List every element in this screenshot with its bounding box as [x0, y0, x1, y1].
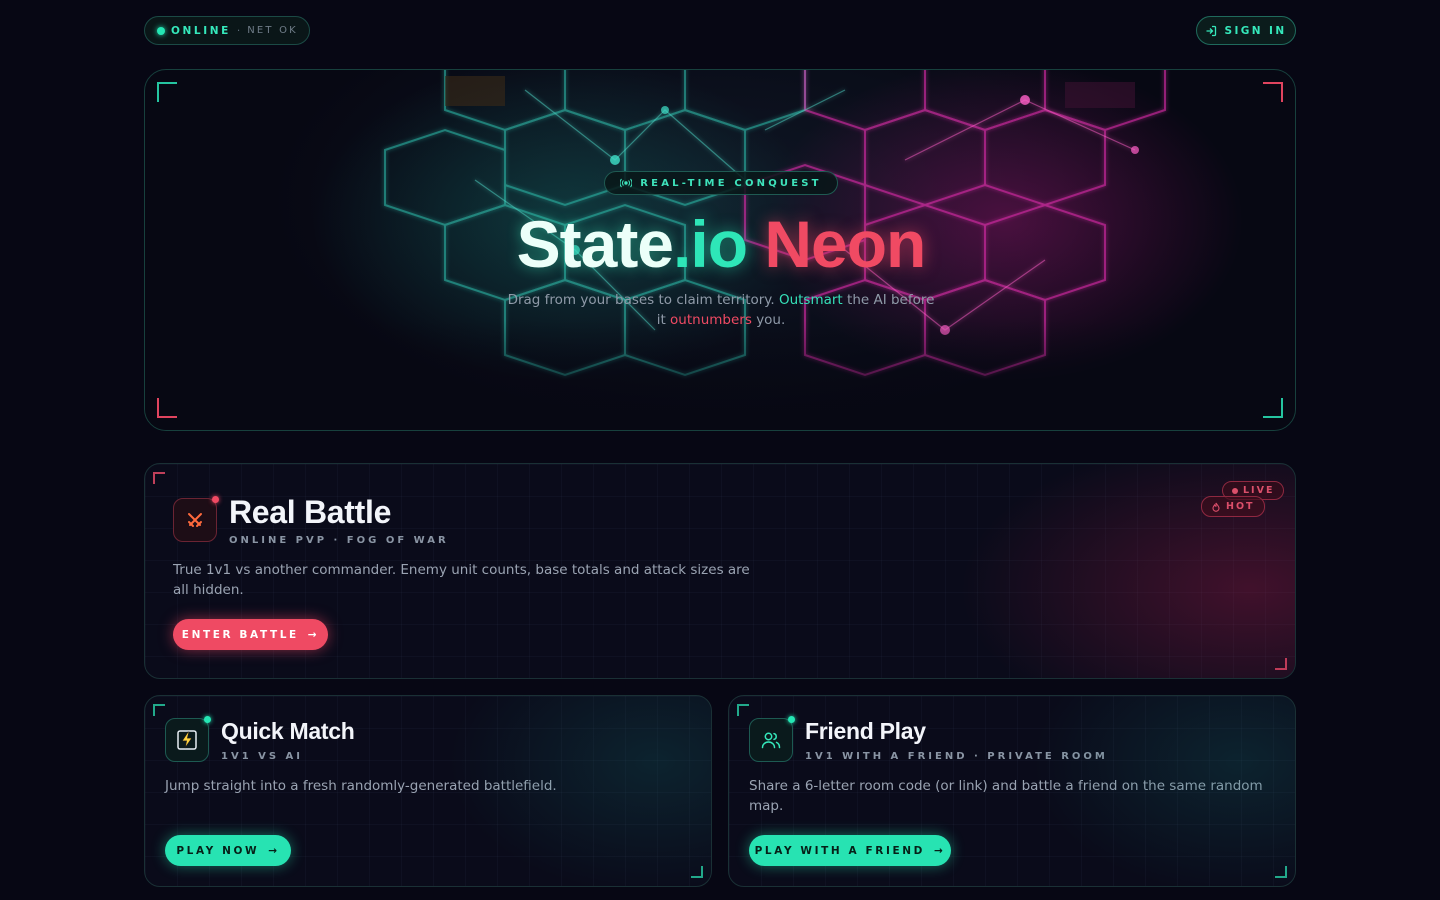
play-with-friend-button[interactable]: PLAY WITH A FRIEND → — [749, 835, 951, 866]
hot-badge: HOT — [1201, 496, 1265, 517]
card-corner-top-left — [153, 704, 165, 716]
real-battle-description: True 1v1 vs another commander. Enemy uni… — [173, 562, 750, 598]
hot-badge-label: HOT — [1226, 501, 1255, 512]
friend-play-card: Friend Play 1V1 WITH A FRIEND · PRIVATE … — [728, 695, 1296, 887]
online-dot-icon — [157, 26, 165, 35]
flame-icon — [1212, 502, 1220, 512]
status-separator: · — [236, 24, 242, 37]
real-battle-icon-box — [173, 496, 219, 542]
friend-play-subtitle: 1V1 WITH A FRIEND · PRIVATE ROOM — [805, 751, 1108, 762]
hero-corner-top-left — [157, 82, 177, 102]
arrow-right-icon: → — [933, 844, 946, 857]
quick-match-status-dot — [204, 716, 211, 723]
enter-battle-label: ENTER BATTLE — [181, 628, 299, 641]
play-now-label: PLAY NOW — [176, 844, 260, 857]
subtitle-highlight-outsmart: Outsmart — [778, 292, 843, 308]
status-net-label: NET OK — [247, 25, 298, 36]
crossed-swords-icon — [188, 513, 202, 527]
quick-match-subtitle: 1V1 VS AI — [221, 751, 304, 762]
arrow-right-icon: → — [268, 844, 280, 857]
status-online-label: ONLINE — [171, 24, 231, 37]
connection-status: ONLINE · NET OK — [144, 16, 310, 45]
card-corner-bottom-right — [1275, 866, 1287, 878]
hero-tag-label: REAL-TIME CONQUEST — [640, 177, 822, 189]
friend-play-description: Share a 6-letter room code (or link) and… — [749, 778, 1263, 814]
sign-in-label: SIGN IN — [1224, 24, 1287, 37]
page-title: State.io Neon — [145, 204, 1295, 284]
play-now-button[interactable]: PLAY NOW → — [165, 835, 291, 866]
title-neon: Neon — [764, 207, 926, 281]
live-dot-icon — [1232, 487, 1238, 494]
quick-match-icon-box — [165, 716, 211, 762]
broadcast-icon — [620, 178, 633, 188]
subtitle-highlight-outnumbers: outnumbers — [670, 312, 752, 328]
real-battle-status-dot — [212, 496, 219, 503]
friend-play-icon-box — [749, 716, 795, 762]
card-corner-top-left — [153, 472, 165, 484]
title-io: .io — [673, 207, 748, 281]
card-corner-bottom-right — [1275, 658, 1287, 670]
hero-corner-top-right — [1263, 82, 1283, 102]
hero-banner: REAL-TIME CONQUEST State.io Neon Drag fr… — [144, 69, 1296, 431]
login-icon — [1206, 25, 1217, 36]
card-corner-top-left — [737, 704, 749, 716]
live-badge-label: LIVE — [1243, 485, 1275, 496]
quick-match-title: Quick Match — [221, 718, 355, 744]
play-with-friend-label: PLAY WITH A FRIEND — [754, 844, 925, 857]
quick-match-description: Jump straight into a fresh randomly-gene… — [165, 778, 557, 794]
sign-in-button[interactable]: SIGN IN — [1196, 16, 1296, 45]
real-battle-title: Real Battle — [229, 494, 392, 530]
lightning-icon — [177, 730, 197, 750]
title-state: State — [516, 207, 674, 281]
hero-corner-bottom-right — [1263, 398, 1283, 418]
quick-match-card: Quick Match 1V1 VS AI Jump straight into… — [144, 695, 712, 887]
real-battle-card: Real Battle ONLINE PVP · FOG OF WAR True… — [144, 463, 1296, 679]
hero-tag: REAL-TIME CONQUEST — [604, 171, 838, 195]
friend-play-status-dot — [788, 716, 795, 723]
card-corner-bottom-right — [691, 866, 703, 878]
users-icon — [761, 732, 781, 749]
subtitle-part-1: Drag from your bases to claim territory. — [507, 292, 775, 308]
hero-subtitle: Drag from your bases to claim territory.… — [501, 290, 941, 330]
hero-corner-bottom-left — [157, 398, 177, 418]
arrow-right-icon: → — [307, 628, 320, 641]
enter-battle-button[interactable]: ENTER BATTLE → — [173, 619, 328, 650]
real-battle-subtitle: ONLINE PVP · FOG OF WAR — [229, 535, 449, 546]
subtitle-part-3: you. — [756, 312, 786, 328]
friend-play-title: Friend Play — [805, 718, 926, 744]
